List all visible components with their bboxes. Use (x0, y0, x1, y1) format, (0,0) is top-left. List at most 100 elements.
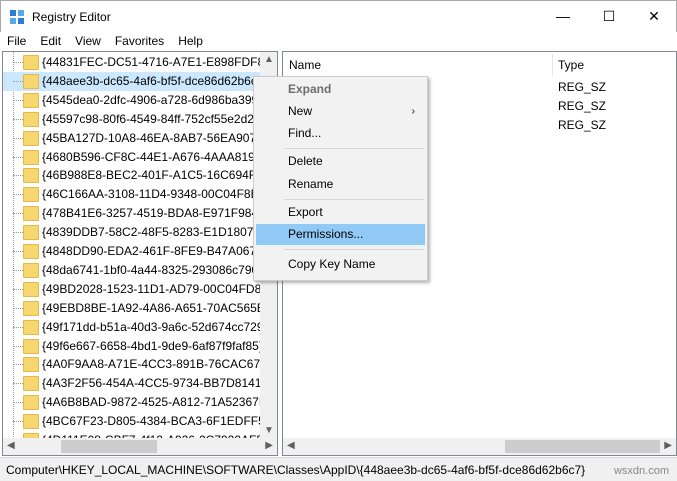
scroll-down-icon[interactable]: ▼ (264, 425, 274, 436)
tree-item-label: {49BD2028-1523-11D1-AD79-00C04FD8F (42, 281, 261, 296)
folder-icon (23, 376, 39, 392)
folder-icon (23, 414, 39, 430)
tree-item[interactable]: {49f171dd-b51a-40d3-9a6c-52d674cc729 (3, 318, 261, 337)
column-header-name[interactable]: Name (289, 58, 321, 72)
tree-line (13, 421, 23, 423)
folder-icon (23, 300, 39, 316)
folder-icon (23, 187, 39, 203)
menu-help[interactable]: Help (171, 32, 210, 51)
folder-icon (23, 319, 39, 335)
menu-view[interactable]: View (68, 32, 108, 51)
tree-line (13, 383, 23, 385)
value-type: REG_SZ (558, 99, 607, 113)
tree-item-label: {46C166AA-3108-11D4-9348-00C04F8EEI (42, 187, 261, 202)
minimize-button[interactable]: — (540, 1, 586, 32)
tree-item[interactable]: {45BA127D-10A8-46EA-8AB7-56EA90789 (3, 129, 261, 148)
tree-line (13, 99, 23, 101)
tree-item-label: {4680B596-CF8C-44E1-A676-4AAA819E0 (42, 149, 261, 164)
maximize-button[interactable]: ☐ (586, 1, 632, 32)
folder-icon (23, 262, 39, 278)
tree-item-label: {45BA127D-10A8-46EA-8AB7-56EA90789 (42, 130, 261, 145)
tree-item-label: {4839DDB7-58C2-48F5-8283-E1D1807D0 (42, 225, 261, 240)
tree-item-label: {4A0F9AA8-A71E-4CC3-891B-76CAC67E6 (42, 357, 261, 372)
tree-item[interactable]: {44831FEC-DC51-4716-A7E1-E898FDF83C (3, 53, 261, 72)
tree-item[interactable]: {4A6B8BAD-9872-4525-A812-71A52367D (3, 393, 261, 412)
tree-item-label: {478B41E6-3257-4519-BDA8-E971F98438 (42, 206, 261, 221)
tree-item[interactable]: {4848DD90-EDA2-461F-8FE9-B47A067A5 (3, 242, 261, 261)
tree-item[interactable]: {4545dea0-2dfc-4906-a728-6d986ba399a (3, 91, 261, 110)
status-bar: Computer\HKEY_LOCAL_MACHINE\SOFTWARE\Cla… (0, 457, 677, 481)
menu-item-new[interactable]: New › (256, 101, 425, 122)
value-type: REG_SZ (558, 118, 607, 132)
tree-item[interactable]: {4A0F9AA8-A71E-4CC3-891B-76CAC67E6 (3, 355, 261, 374)
tree-item[interactable]: {4839DDB7-58C2-48F5-8283-E1D1807D0 (3, 223, 261, 242)
tree-item[interactable]: {478B41E6-3257-4519-BDA8-E971F98438 (3, 204, 261, 223)
tree-line (13, 213, 23, 215)
menu-item-copy-key-name[interactable]: Copy Key Name (256, 254, 425, 275)
close-button[interactable]: ✕ (631, 1, 677, 32)
scroll-left-icon[interactable]: ◀ (7, 440, 15, 451)
scroll-up-icon[interactable]: ▲ (264, 54, 274, 65)
tree-item-label: {46B988E8-BEC2-401F-A1C5-16C694F26 (42, 168, 261, 183)
tree-item[interactable]: {4680B596-CF8C-44E1-A676-4AAA819E0 (3, 148, 261, 167)
tree-item-label: {44831FEC-DC51-4716-A7E1-E898FDF83C (42, 55, 261, 69)
tree-line (13, 175, 23, 177)
submenu-arrow-icon: › (411, 106, 415, 117)
tree-item[interactable]: {48da6741-1bf0-4a44-8325-293086c7907 (3, 261, 261, 280)
menu-item-label: New (288, 104, 313, 118)
window-title: Registry Editor (32, 10, 111, 24)
tree-line (13, 326, 23, 328)
column-header-type[interactable]: Type (558, 58, 584, 72)
tree-item[interactable]: {49BD2028-1523-11D1-AD79-00C04FD8F (3, 280, 261, 299)
menu-item-export[interactable]: Export (256, 202, 425, 223)
menu-separator (284, 249, 424, 250)
tree-line (13, 80, 23, 82)
tree-item[interactable]: {49EBD8BE-1A92-4A86-A651-70AC565E0F (3, 299, 261, 318)
tree-item-label: {49f171dd-b51a-40d3-9a6c-52d674cc729 (42, 319, 261, 334)
tree-line (13, 307, 23, 309)
list-horizontal-scrollbar[interactable]: ◀ ▶ (283, 438, 676, 455)
tree-line (13, 345, 23, 347)
tree-item[interactable]: {46B988E8-BEC2-401F-A1C5-16C694F26 (3, 166, 261, 185)
tree-item[interactable]: {45597c98-80f6-4549-84ff-752cf55e2d29 (3, 110, 261, 129)
tree-item[interactable]: {46C166AA-3108-11D4-9348-00C04F8EEI (3, 185, 261, 204)
menu-favorites[interactable]: Favorites (108, 32, 171, 51)
menu-edit[interactable]: Edit (33, 32, 68, 51)
tree-line (13, 251, 23, 252)
menu-item-find[interactable]: Find... (256, 123, 425, 144)
tree-item[interactable]: {4BC67F23-D805-4384-BCA3-6F1EDFF50E (3, 412, 261, 431)
scroll-right-icon[interactable]: ▶ (265, 440, 273, 451)
tree-item[interactable]: {49f6e667-6658-4bd1-9de9-6af87f9faf85} (3, 337, 261, 356)
menu-item-rename[interactable]: Rename (256, 174, 425, 195)
context-menu: Expand New › Find... Delete Rename Export… (253, 76, 428, 281)
tree-horizontal-scrollbar[interactable]: ◀ ▶ (3, 438, 277, 455)
folder-icon (23, 338, 39, 354)
tree-line (13, 156, 23, 158)
tree-line (13, 364, 23, 366)
column-divider[interactable] (552, 54, 553, 76)
folder-icon (23, 281, 39, 297)
scroll-thumb[interactable] (61, 440, 157, 453)
folder-icon (23, 244, 39, 259)
menu-item-permissions[interactable]: Permissions... (256, 224, 425, 245)
scroll-right-icon[interactable]: ▶ (664, 440, 672, 451)
tree-item-label: {448aee3b-dc65-4af6-bf5f-dce86d62b6c (42, 73, 257, 88)
value-type: REG_SZ (558, 80, 607, 94)
tree-line (13, 288, 23, 290)
tree-item-label: {49EBD8BE-1A92-4A86-A651-70AC565E0F (42, 300, 261, 315)
tree-item[interactable]: {4A3F2F56-454A-4CC5-9734-BB7D8141A (3, 374, 261, 393)
registry-tree[interactable]: {44831FEC-DC51-4716-A7E1-E898FDF83C {448a… (2, 51, 278, 456)
tree-item[interactable]: {448aee3b-dc65-4af6-bf5f-dce86d62b6c (3, 71, 261, 91)
menu-item-delete[interactable]: Delete (256, 151, 425, 172)
scroll-left-icon[interactable]: ◀ (287, 440, 295, 451)
folder-icon (23, 130, 39, 146)
tree-item-label: {45597c98-80f6-4549-84ff-752cf55e2d29 (42, 111, 261, 126)
folder-icon (23, 111, 39, 127)
scroll-thumb[interactable] (505, 440, 660, 453)
watermark: wsxdn.com (613, 465, 669, 477)
folder-icon (23, 225, 39, 241)
tree-line (13, 137, 23, 139)
folder-icon (23, 92, 39, 108)
menu-item-expand[interactable]: Expand (256, 79, 425, 100)
menu-file[interactable]: File (0, 32, 33, 51)
